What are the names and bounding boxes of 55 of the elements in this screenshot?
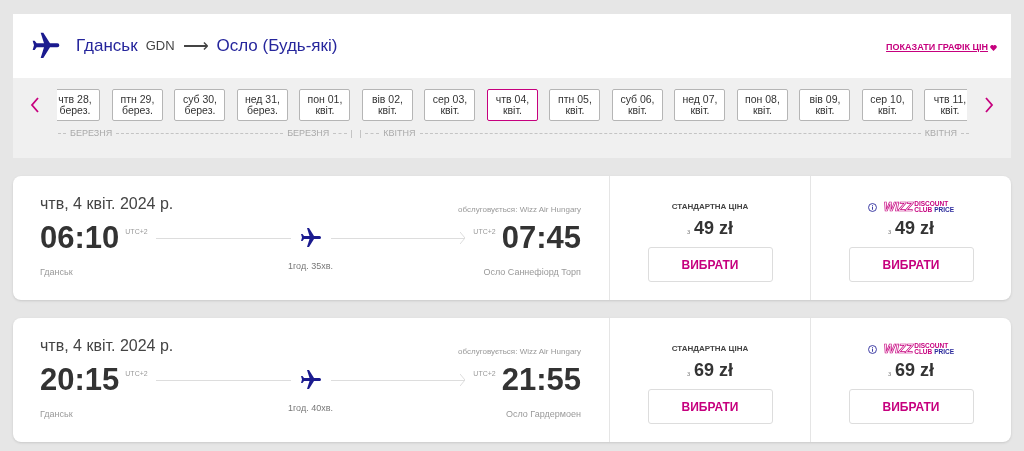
date-option[interactable]: сер 10, квіт. <box>861 89 913 121</box>
flight-date: чтв, 4 квіт. 2024 р. <box>40 194 174 214</box>
date-option[interactable]: пон 08, квіт. <box>736 89 788 121</box>
month-label: КВІТНЯ <box>383 127 416 140</box>
airplane-icon <box>298 368 323 392</box>
chevron-icon <box>29 97 40 113</box>
heart-icon <box>990 45 997 51</box>
origin-city: Гданськ <box>76 35 138 58</box>
select-button[interactable]: ВИБРАТИ <box>848 389 974 424</box>
arrival-time: 07:45 <box>501 218 581 257</box>
date-option[interactable]: нед 07, квіт. <box>674 89 726 121</box>
flight-date: чтв, 4 квіт. 2024 р. <box>40 336 174 356</box>
airport-code: GDN <box>145 37 175 56</box>
info-icon[interactable] <box>867 202 877 212</box>
fare-label: СТАНДАРТНА ЦІНА <box>671 201 749 213</box>
date-option[interactable]: вів 09, квіт. <box>799 89 851 121</box>
price-text: 69 zł <box>895 359 935 382</box>
departure-time: 20:15 <box>40 360 120 399</box>
route-arrow: ⟶ <box>182 34 209 58</box>
date-option[interactable]: чтв 11, квіт. <box>924 89 968 121</box>
select-button[interactable]: ВИБРАТИ <box>848 247 974 282</box>
price-text: 49 zł <box>895 217 935 240</box>
date-option[interactable]: птн 05, квіт. <box>549 89 601 121</box>
operator-text: обслуговується: Wizz Air Hungary <box>458 346 581 358</box>
select-button[interactable]: ВИБРАТИ <box>647 389 773 424</box>
month-label: КВІТНЯ <box>924 127 957 140</box>
info-icon[interactable] <box>867 344 877 354</box>
arrival-time: 21:55 <box>501 360 581 399</box>
price-text: 69 zł <box>694 359 734 382</box>
month-label: БЕРЕЗНЯ <box>287 127 330 140</box>
date-option[interactable]: чтв 28, берез. <box>56 89 101 121</box>
date-option[interactable]: суб 30, берез. <box>174 89 226 121</box>
month-label: БЕРЕЗНЯ <box>70 127 113 140</box>
origin-airport: Гданськ <box>40 266 74 279</box>
price-chart-link[interactable]: ПОКАЗАТИ ГРАФІК ЦІН <box>886 41 997 55</box>
flight-duration: 1год. 35хв. <box>288 260 333 273</box>
destination-airport: Осло Гардермоен <box>505 408 581 421</box>
destination-airport: Осло Саннефіорд Торп <box>482 266 581 279</box>
departure-time: 06:10 <box>40 218 120 257</box>
operator-text: обслуговується: Wizz Air Hungary <box>458 204 581 216</box>
date-option[interactable]: птн 29, берез. <box>111 89 163 121</box>
date-option[interactable]: чтв 04, квіт. <box>486 89 538 121</box>
select-button[interactable]: ВИБРАТИ <box>647 247 773 282</box>
date-option[interactable]: суб 06, квіт. <box>611 89 663 121</box>
price-text: 49 zł <box>694 217 734 240</box>
date-option[interactable]: нед 31, берез. <box>236 89 288 121</box>
destination-city: Осло (Будь-які) <box>216 35 338 58</box>
chevron-icon <box>984 97 994 113</box>
fare-label: СТАНДАРТНА ЦІНА <box>671 343 749 355</box>
flight-duration: 1год. 40хв. <box>288 402 333 415</box>
origin-airport: Гданськ <box>40 408 74 421</box>
airplane-icon <box>298 226 323 250</box>
date-option[interactable]: вів 02, квіт. <box>361 89 413 121</box>
date-option[interactable]: пон 01, квіт. <box>299 89 351 121</box>
date-option[interactable]: сер 03, квіт. <box>424 89 476 121</box>
